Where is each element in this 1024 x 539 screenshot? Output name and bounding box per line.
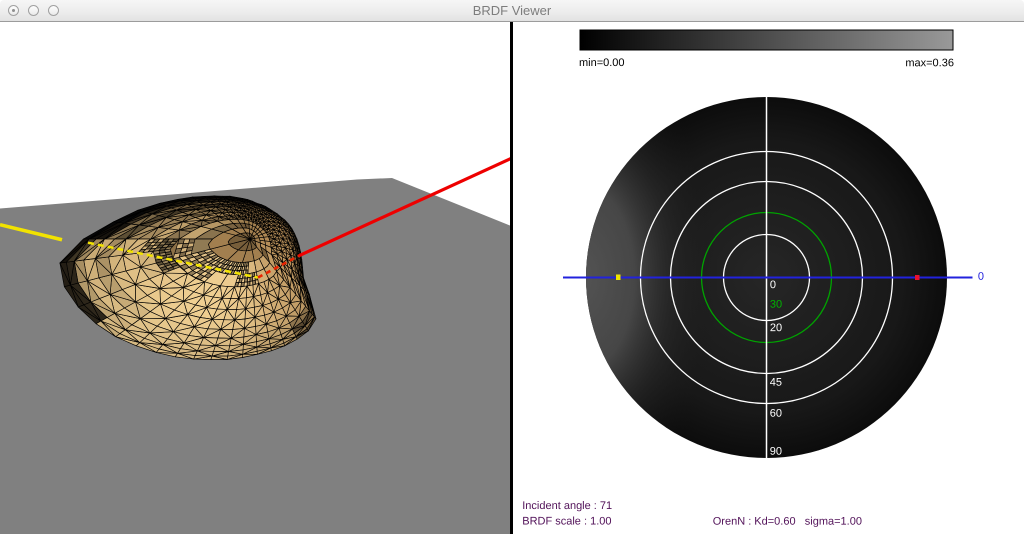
svg-text:90: 90 [770,446,782,458]
svg-text:BRDF scale : 1.00: BRDF scale : 1.00 [522,516,611,528]
svg-text:60: 60 [770,408,782,420]
svg-text:max=0.36: max=0.36 [905,57,954,69]
svg-text:20: 20 [770,322,782,334]
svg-text:0: 0 [978,271,984,283]
svg-text:45: 45 [770,377,782,389]
svg-text:0: 0 [770,279,776,291]
svg-text:min=0.00: min=0.00 [579,57,625,69]
svg-text:Incident angle : 71: Incident angle : 71 [522,500,612,512]
svg-text:30: 30 [770,299,782,311]
svg-text:OrenN : Kd=0.60 sigma=1.00: OrenN : Kd=0.60 sigma=1.00 [713,516,862,528]
